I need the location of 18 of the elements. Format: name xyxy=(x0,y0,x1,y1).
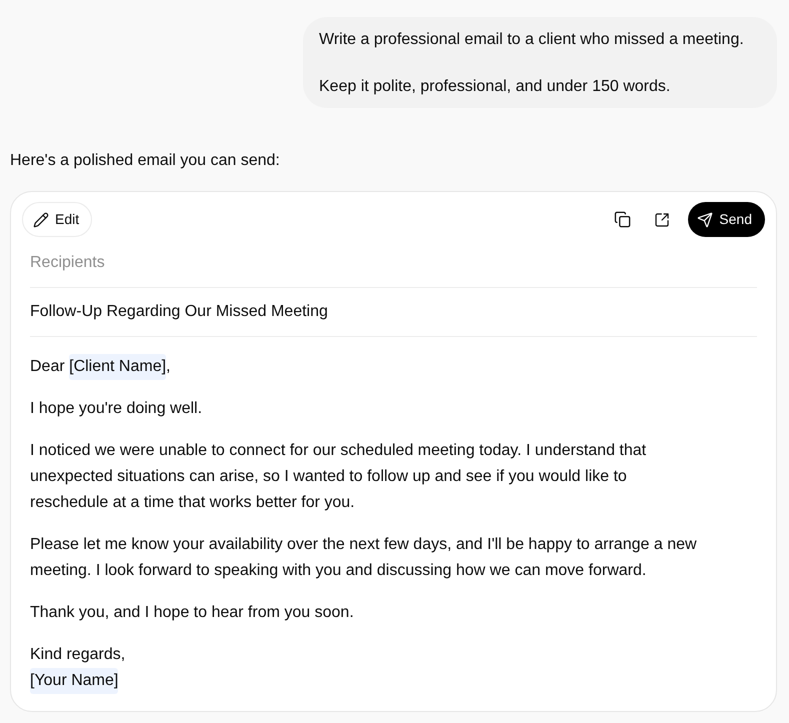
email-body-text: Dear [Client Name], xyxy=(30,354,170,380)
email-body-text: I hope you're doing well. xyxy=(30,399,202,419)
recipients-field[interactable]: Recipients xyxy=(30,251,757,275)
email-body-text: I noticed we were unable to connect for our scheduled meeting today. I understand that unexpected situations can arise, so I wanted to follow up and see if you would like to reschedule at a time that works better for you. xyxy=(30,441,648,513)
send-icon xyxy=(697,212,714,228)
intro-text: Here's a polished email you can send: xyxy=(10,151,280,171)
email-body-text: Please let me know your availability over the next few days, and I'll be happy to arrange a new meeting. I look forward to speaking with you and discussing how we can move forward. xyxy=(30,535,698,581)
email-body-text: [Your Name] xyxy=(30,668,118,694)
edit-button[interactable]: Edit xyxy=(22,202,92,237)
message-text: Write a professional email to a client who missed a meeting. xyxy=(319,30,744,50)
message-text: Keep it polite, professional, and under 150 words. xyxy=(319,77,670,97)
copy-icon xyxy=(614,211,631,228)
email-body-text: Thank you, and I hope to hear from you soon. xyxy=(30,603,354,623)
subject-text: Follow-Up Regarding Our Missed Meeting xyxy=(30,302,328,322)
send-button[interactable]: Send xyxy=(688,202,765,237)
external-link-icon xyxy=(654,212,670,228)
pencil-icon xyxy=(33,212,49,228)
email-body-text: Kind regards, xyxy=(30,645,126,665)
